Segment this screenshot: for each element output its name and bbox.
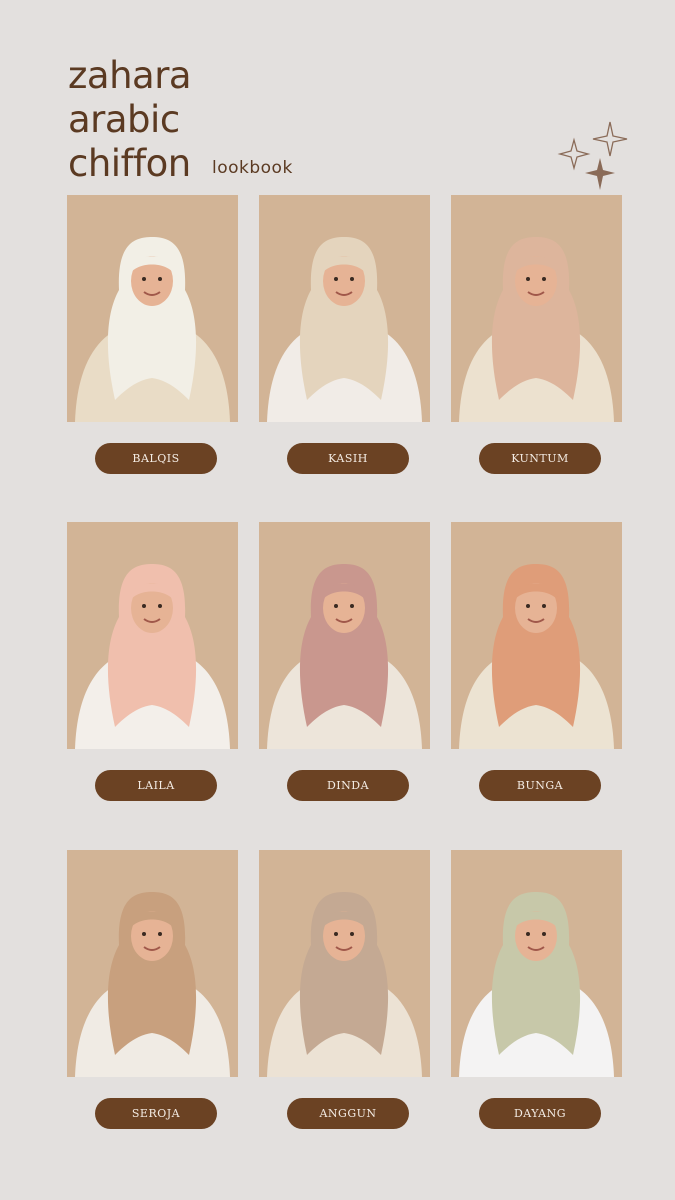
person-figure <box>75 892 230 1077</box>
look-photo-balqis[interactable] <box>67 195 238 422</box>
page-title: zahara arabic chiffon <box>68 54 192 186</box>
title-line-1: zahara <box>68 54 192 97</box>
look-button-kasih[interactable]: KASIH <box>287 443 409 474</box>
person-figure <box>267 892 422 1077</box>
look-photo-dinda[interactable] <box>259 522 430 749</box>
look-button-bunga[interactable]: BUNGA <box>479 770 601 801</box>
look-photo-laila[interactable] <box>67 522 238 749</box>
sparkles-icon <box>557 121 628 190</box>
title-line-2: arabic <box>68 98 180 141</box>
look-button-dayang[interactable]: DAYANG <box>479 1098 601 1129</box>
person-figure <box>459 237 614 422</box>
person-figure <box>75 564 230 749</box>
person-figure <box>459 892 614 1077</box>
subtitle: lookbook <box>212 158 293 178</box>
look-button-balqis[interactable]: BALQIS <box>95 443 217 474</box>
look-button-kuntum[interactable]: KUNTUM <box>479 443 601 474</box>
look-photo-kuntum[interactable] <box>451 195 622 422</box>
person-figure <box>459 564 614 749</box>
look-photo-dayang[interactable] <box>451 850 622 1077</box>
look-button-dinda[interactable]: DINDA <box>287 770 409 801</box>
look-photo-bunga[interactable] <box>451 522 622 749</box>
person-figure <box>267 237 422 422</box>
look-photo-kasih[interactable] <box>259 195 430 422</box>
look-photo-anggun[interactable] <box>259 850 430 1077</box>
person-figure <box>267 564 422 749</box>
person-figure <box>75 237 230 422</box>
look-button-laila[interactable]: LAILA <box>95 770 217 801</box>
title-line-3: chiffon <box>68 142 191 185</box>
look-button-anggun[interactable]: ANGGUN <box>287 1098 409 1129</box>
look-photo-seroja[interactable] <box>67 850 238 1077</box>
look-button-seroja[interactable]: SEROJA <box>95 1098 217 1129</box>
